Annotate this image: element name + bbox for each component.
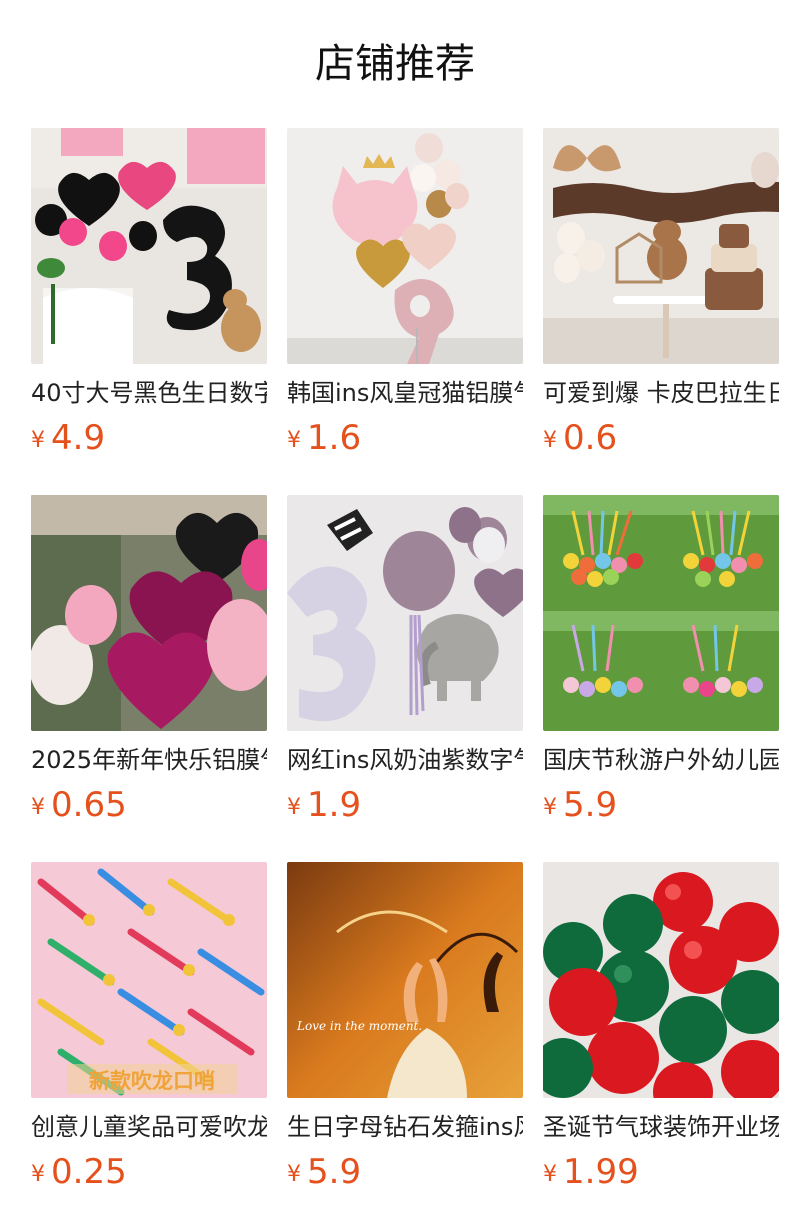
price-amount: 0.6 — [563, 418, 618, 458]
product-card[interactable]: Love in the moment. 生日字母钻石发箍ins风 ¥5.9 — [287, 862, 523, 1229]
price-amount: 0.65 — [51, 785, 127, 825]
product-price: ¥5.9 — [543, 785, 617, 825]
store-recommendations-page: 店铺推荐 40寸大号黑色生日数字 ¥ 4.9 韩国ins风皇冠猫铝膜 ¥ 1.6… — [0, 0, 790, 1230]
product-name[interactable]: 国庆节秋游户外幼儿园气球 — [543, 744, 779, 776]
currency-symbol: ¥ — [287, 428, 301, 453]
product-card[interactable]: 2025年新年快乐铝膜气球 ¥0.65 — [31, 495, 267, 862]
section-title: 店铺推荐 — [315, 41, 475, 87]
product-name[interactable]: 2025年新年快乐铝膜气球 — [31, 744, 267, 776]
product-name[interactable]: 创意儿童奖品可爱吹龙口哨 — [31, 1111, 267, 1143]
currency-symbol: ¥ — [31, 1162, 45, 1187]
currency-symbol: ¥ — [543, 1162, 557, 1187]
product-image[interactable] — [543, 862, 779, 1098]
product-card[interactable]: 国庆节秋游户外幼儿园气球 ¥5.9 — [543, 495, 779, 862]
image-caption: Love in the moment. — [296, 1019, 422, 1033]
product-card[interactable]: 新款吹龙口哨 创意儿童奖品可爱吹龙口哨 ¥0.25 — [31, 862, 267, 1229]
product-price: ¥0.65 — [31, 785, 127, 825]
product-image[interactable] — [287, 128, 523, 364]
product-card[interactable]: 可爱到爆 卡皮巴拉生日气球 ¥0.6 — [543, 128, 779, 495]
product-card[interactable]: 网红ins风奶油紫数字气球 ¥1.9 — [287, 495, 523, 862]
price-amount: 1.6 — [307, 418, 362, 458]
currency-symbol: ¥ — [287, 1162, 301, 1187]
product-name[interactable]: 可爱到爆 卡皮巴拉生日气球 — [543, 377, 779, 409]
product-card[interactable]: 韩国ins风皇冠猫铝膜气球 ¥1.6 — [287, 128, 523, 495]
product-price: ¥5.9 — [287, 1152, 361, 1192]
product-name[interactable]: 40寸大号黑色生日数字气球 — [31, 377, 267, 409]
price-amount: 4.9 — [51, 418, 106, 458]
product-card[interactable]: 40寸大号黑色生日数字气球 ¥4.9 — [31, 128, 267, 495]
currency-symbol: ¥ — [543, 428, 557, 453]
product-image[interactable] — [31, 128, 267, 364]
price-amount: 5.9 — [563, 785, 618, 825]
price-amount: 1.99 — [563, 1152, 639, 1192]
product-price: ¥1.99 — [543, 1152, 639, 1192]
product-image[interactable]: 新款吹龙口哨 — [31, 862, 267, 1098]
product-price: ¥0.25 — [31, 1152, 127, 1192]
price-amount: 0.25 — [51, 1152, 127, 1192]
product-image[interactable] — [543, 128, 779, 364]
currency-symbol: ¥ — [543, 795, 557, 820]
currency-symbol: ¥ — [31, 428, 45, 453]
product-grid: 40寸大号黑色生日数字气球 ¥4.9 — [31, 128, 779, 1229]
price-amount: 5.9 — [307, 1152, 362, 1192]
product-price: ¥1.9 — [287, 785, 361, 825]
product-image[interactable] — [543, 495, 779, 731]
product-price: ¥0.6 — [543, 418, 617, 458]
product-name[interactable]: 生日字母钻石发箍ins风 — [287, 1111, 523, 1143]
currency-symbol: ¥ — [287, 795, 301, 820]
product-price: ¥1.6 — [287, 418, 361, 458]
currency-symbol: ¥ — [31, 795, 45, 820]
product-name[interactable]: 韩国ins风皇冠猫铝膜气球 — [287, 377, 523, 409]
product-name[interactable]: 网红ins风奶油紫数字气球 — [287, 744, 523, 776]
product-image[interactable] — [287, 495, 523, 731]
image-caption: 新款吹龙口哨 — [89, 1069, 215, 1093]
price-amount: 1.9 — [307, 785, 362, 825]
product-name[interactable]: 圣诞节气球装饰开业场景布置 — [543, 1111, 779, 1143]
product-price: ¥4.9 — [31, 418, 105, 458]
product-card[interactable]: 圣诞节气球装饰开业场景布置 ¥1.99 — [543, 862, 779, 1229]
product-image[interactable] — [31, 495, 267, 731]
product-image[interactable]: Love in the moment. — [287, 862, 523, 1098]
